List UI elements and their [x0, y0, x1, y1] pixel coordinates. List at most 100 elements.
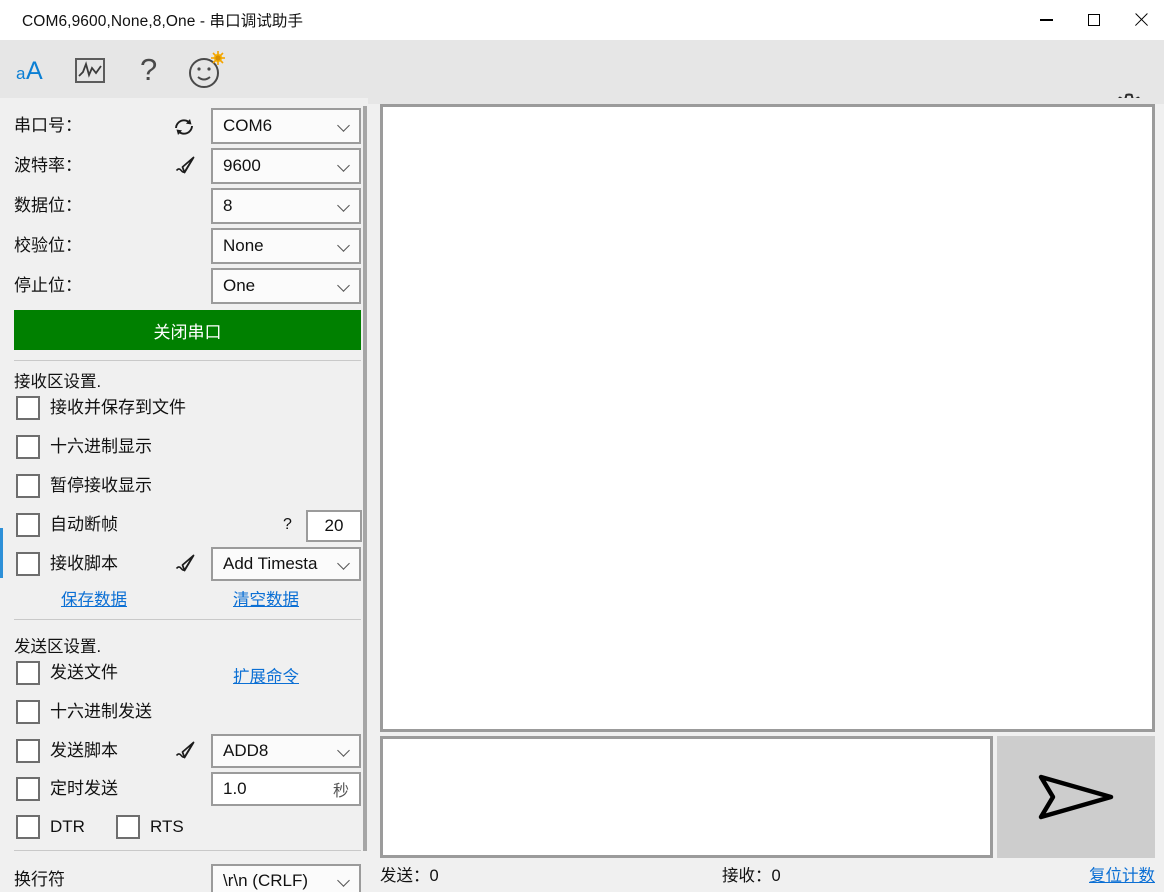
checkbox-row-send-script[interactable]: 发送脚本 ADD8	[0, 732, 368, 770]
toolbar: a A ?	[0, 40, 1164, 131]
checkbox-row-timed-send[interactable]: 定时发送 1.0 秒	[0, 770, 368, 808]
receive-textarea[interactable]	[380, 104, 1155, 732]
checkbox-row-flow-control[interactable]: DTR RTS	[0, 808, 368, 846]
close-button[interactable]	[1117, 0, 1164, 40]
checkbox-rts[interactable]	[116, 815, 140, 839]
toggle-port-button[interactable]: 关闭串口	[14, 310, 361, 350]
chevron-down-icon	[339, 240, 350, 251]
save-data-link[interactable]: 保存数据	[61, 586, 127, 610]
window-title: COM6,9600,None,8,One - 串口调试助手	[22, 12, 304, 30]
label-timed-send: 定时发送	[50, 779, 118, 798]
send-script-value: ADD8	[223, 741, 269, 760]
send-script-select[interactable]: ADD8	[211, 734, 361, 768]
checkbox-send-file[interactable]	[16, 661, 40, 685]
maximize-button[interactable]	[1070, 0, 1117, 40]
label-rts: RTS	[150, 817, 184, 836]
auto-frame-help-icon[interactable]: ?	[283, 516, 292, 534]
send-paper-plane-icon	[1038, 774, 1114, 820]
send-button[interactable]	[997, 736, 1155, 858]
pen-icon[interactable]	[174, 552, 198, 581]
label-databits: 数据位：	[14, 196, 82, 215]
parity-select[interactable]: None	[211, 228, 361, 264]
window-controls	[1023, 0, 1164, 40]
label-save-to-file: 接收并保存到文件	[50, 398, 186, 417]
row-baud: 波特率： 9600	[0, 146, 368, 186]
pen-icon[interactable]	[174, 154, 198, 183]
checkbox-row-save-to-file[interactable]: 接收并保存到文件	[0, 389, 368, 427]
label-stopbits: 停止位：	[14, 276, 82, 295]
auto-frame-timeout-input[interactable]: 20	[306, 510, 362, 542]
panel-left-edge	[0, 98, 3, 892]
row-databits: 数据位： 8	[0, 186, 368, 226]
label-send-file: 发送文件	[50, 663, 118, 682]
row-parity: 校验位： None	[0, 226, 368, 266]
settings-panel-scrollbar[interactable]	[362, 102, 368, 890]
stopbits-select[interactable]: One	[211, 268, 361, 304]
tab-waveform[interactable]	[64, 48, 116, 92]
auto-frame-timeout-value: 20	[324, 516, 344, 535]
send-interval-value: 1.0	[223, 779, 247, 798]
receive-text	[383, 107, 1152, 119]
newline-select[interactable]: \r\n (CRLF)	[211, 864, 361, 892]
tab-font-size[interactable]: a A	[8, 48, 60, 92]
checkbox-hex-display[interactable]	[16, 435, 40, 459]
divider-newline	[14, 850, 361, 851]
label-hex-send: 十六进制发送	[50, 702, 152, 721]
refresh-icon[interactable]	[172, 116, 196, 143]
checkbox-row-hex-send[interactable]: 十六进制发送	[0, 693, 368, 731]
scrollbar-thumb[interactable]	[363, 106, 367, 851]
minimize-button[interactable]	[1023, 0, 1070, 40]
waveform-icon	[75, 58, 105, 83]
checkbox-row-receive-script[interactable]: 接收脚本 Add Timesta	[0, 545, 368, 583]
chevron-down-icon	[339, 745, 350, 756]
checkbox-dtr[interactable]	[16, 815, 40, 839]
checkbox-row-auto-frame[interactable]: 自动断帧 ? 20	[0, 506, 368, 544]
receive-script-select[interactable]: Add Timesta	[211, 547, 361, 581]
checkbox-row-send-file[interactable]: 发送文件 扩展命令	[0, 654, 368, 692]
checkbox-hex-send[interactable]	[16, 700, 40, 724]
tab-about[interactable]	[182, 48, 234, 92]
port-select[interactable]: COM6	[211, 108, 361, 144]
row-stopbits: 停止位： One	[0, 266, 368, 306]
send-textarea[interactable]	[380, 736, 993, 858]
label-dtr: DTR	[50, 817, 85, 836]
send-interval-input[interactable]: 1.0 秒	[211, 772, 361, 806]
clear-data-link[interactable]: 清空数据	[233, 586, 299, 610]
port-value: COM6	[223, 116, 273, 135]
baud-value: 9600	[223, 156, 261, 175]
checkbox-receive-script[interactable]	[16, 552, 40, 576]
label-auto-frame: 自动断帧	[50, 515, 118, 534]
tab-help[interactable]: ?	[124, 48, 176, 92]
smiley-icon	[189, 51, 225, 88]
send-text	[383, 739, 990, 751]
checkbox-save-to-file[interactable]	[16, 396, 40, 420]
checkbox-auto-frame[interactable]	[16, 513, 40, 537]
databits-select[interactable]: 8	[211, 188, 361, 224]
chevron-down-icon	[339, 120, 350, 131]
reset-counter-link[interactable]: 复位计数	[1089, 860, 1155, 892]
checkbox-row-pause-display[interactable]: 暂停接收显示	[0, 467, 368, 505]
checkbox-timed-send[interactable]	[16, 777, 40, 801]
baud-select[interactable]: 9600	[211, 148, 361, 184]
title-bar: COM6,9600,None,8,One - 串口调试助手	[0, 0, 1164, 40]
settings-panel: 串口号： COM6 波特率： 9600 数据位： 8 校验位： None 停止位…	[0, 98, 368, 892]
expand-command-link[interactable]: 扩展命令	[233, 663, 299, 687]
label-baud: 波特率：	[14, 156, 82, 175]
chevron-down-icon	[339, 200, 350, 211]
label-newline: 换行符	[14, 870, 65, 889]
serial-debug-assistant-window: COM6,9600,None,8,One - 串口调试助手 a A ? 串口号：…	[0, 0, 1164, 892]
label-hex-display: 十六进制显示	[50, 437, 152, 456]
received-counter: 接收：0	[722, 867, 781, 885]
checkbox-row-hex-display[interactable]: 十六进制显示	[0, 428, 368, 466]
label-parity: 校验位：	[14, 236, 82, 255]
font-size-icon: a A	[16, 57, 43, 85]
checkbox-pause-display[interactable]	[16, 474, 40, 498]
divider-send	[14, 619, 361, 620]
stopbits-value: One	[223, 276, 256, 295]
label-send-script: 发送脚本	[50, 741, 118, 760]
divider-receive	[14, 360, 361, 361]
checkbox-send-script[interactable]	[16, 739, 40, 763]
pen-icon[interactable]	[174, 739, 198, 768]
row-port: 串口号： COM6	[0, 106, 368, 146]
minimize-icon	[1040, 19, 1053, 21]
